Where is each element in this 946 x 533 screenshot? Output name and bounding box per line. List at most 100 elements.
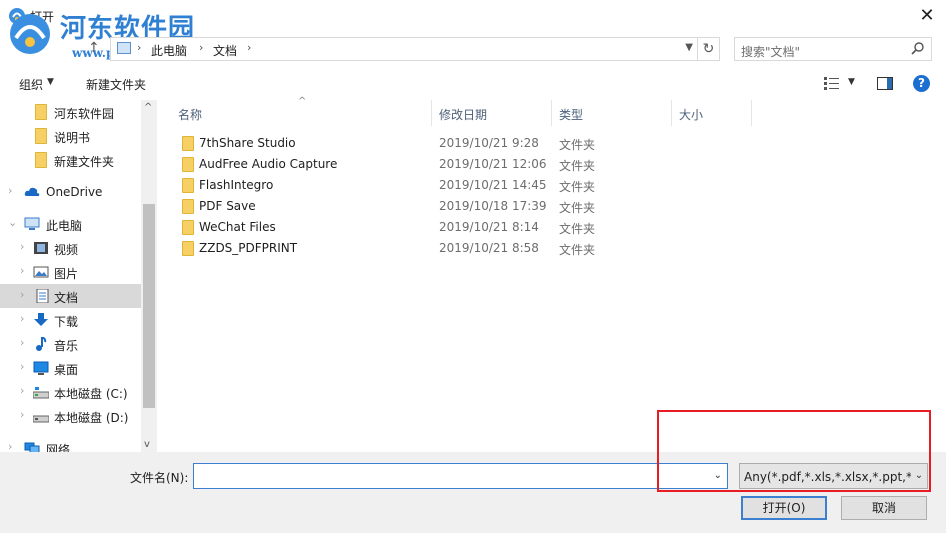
file-date: 2019/10/21 8:58 <box>439 241 539 255</box>
refresh-button[interactable]: ↻ <box>698 37 720 61</box>
search-input[interactable]: 搜索"文档" <box>734 37 932 61</box>
table-row[interactable]: FlashIntegro 2019/10/21 14:45 文件夹 <box>158 175 758 196</box>
nav-item-manual[interactable]: 说明书 <box>0 124 141 148</box>
nav-item-onedrive[interactable]: › OneDrive <box>0 180 141 204</box>
chevron-down-icon[interactable]: ▼ <box>848 77 855 87</box>
folder-icon <box>182 136 194 151</box>
column-header-size[interactable]: 大小 <box>672 100 752 126</box>
filename-label: 文件名(N): <box>130 471 189 485</box>
file-type: 文件夹 <box>559 180 596 194</box>
cancel-button[interactable]: 取消 <box>841 496 927 520</box>
nav-item-videos[interactable]: › 视频 <box>0 236 141 260</box>
nav-item-hedong[interactable]: 河东软件园 <box>0 100 141 124</box>
chevron-right-icon[interactable]: › <box>8 440 12 452</box>
scrollbar-thumb[interactable] <box>143 204 155 408</box>
nav-item-label: 新建文件夹 <box>54 155 115 169</box>
table-row[interactable]: ZZDS_PDFPRINT 2019/10/21 8:58 文件夹 <box>158 238 758 259</box>
file-date: 2019/10/21 12:06 <box>439 157 547 171</box>
nav-item-label: 此电脑 <box>46 219 83 233</box>
chevron-right-icon[interactable]: › <box>20 360 24 373</box>
chevron-right-icon[interactable]: › <box>20 264 24 277</box>
file-name: 7thShare Studio <box>199 136 296 150</box>
cloud-icon <box>24 187 40 196</box>
documents-icon <box>36 289 49 303</box>
breadcrumb-this-pc[interactable]: 此电脑 <box>151 42 187 59</box>
column-header-name[interactable]: ^ 名称 <box>158 96 432 126</box>
help-icon[interactable]: ? <box>913 75 930 92</box>
chevron-down-icon[interactable]: ▼ <box>685 42 693 53</box>
app-icon <box>9 8 25 24</box>
chevron-right-icon[interactable]: › <box>20 408 24 421</box>
file-date: 2019/10/21 8:14 <box>439 220 539 234</box>
nav-item-documents[interactable]: › 文档 <box>0 284 141 308</box>
chevron-down-icon[interactable]: ▼ <box>47 77 54 87</box>
nav-item-new-folder[interactable]: 新建文件夹 <box>0 148 141 172</box>
folder-icon <box>35 152 47 168</box>
file-list[interactable]: ^ 名称 修改日期 类型 大小 7thShare Studio 2019/10/… <box>158 96 946 452</box>
chevron-right-icon[interactable]: › <box>20 288 24 301</box>
table-row[interactable]: 7thShare Studio 2019/10/21 9:28 文件夹 <box>158 133 758 154</box>
nav-item-drive-c[interactable]: › 本地磁盘 (C:) <box>0 380 141 404</box>
organize-button[interactable]: 组织 <box>19 76 43 93</box>
nav-item-downloads[interactable]: › 下载 <box>0 308 141 332</box>
nav-item-drive-d[interactable]: › 本地磁盘 (D:) <box>0 404 141 428</box>
file-type-value: Any(*.pdf,*.xls,*.xlsx,*.ppt,*.pp <box>744 470 928 484</box>
download-icon <box>34 313 48 326</box>
file-type: 文件夹 <box>559 138 596 152</box>
nav-item-label: 图片 <box>54 267 79 281</box>
open-button[interactable]: 打开(O) <box>741 496 827 520</box>
nav-item-label: 说明书 <box>54 131 91 145</box>
nav-scrollbar[interactable]: ^ v <box>141 100 157 452</box>
folder-icon <box>182 199 194 214</box>
search-placeholder: 搜索"文档" <box>741 45 801 59</box>
folder-icon <box>35 104 47 120</box>
nav-item-label: 本地磁盘 (C:) <box>54 387 128 401</box>
up-arrow-icon[interactable]: ↑ <box>88 40 100 56</box>
view-options-icon[interactable] <box>824 76 840 90</box>
column-header-type[interactable]: 类型 <box>552 100 672 126</box>
file-type-select[interactable]: Any(*.pdf,*.xls,*.xlsx,*.ppt,*.pp ⌄ <box>739 463 928 489</box>
nav-item-label: 下载 <box>54 315 79 329</box>
preview-pane-icon[interactable] <box>877 77 893 90</box>
column-label: 大小 <box>679 108 704 122</box>
refresh-icon: ↻ <box>702 41 715 57</box>
table-row[interactable]: PDF Save 2019/10/18 17:39 文件夹 <box>158 196 758 217</box>
table-row[interactable]: WeChat Files 2019/10/21 8:14 文件夹 <box>158 217 758 238</box>
close-button[interactable]: ✕ <box>916 6 938 26</box>
nav-item-network[interactable]: › 网络 <box>0 436 141 452</box>
filename-field[interactable]: ⌄ <box>193 463 728 489</box>
chevron-up-icon[interactable]: ^ <box>144 102 152 113</box>
chevron-down-icon[interactable]: v <box>144 439 150 450</box>
column-label: 名称 <box>178 108 203 122</box>
chevron-right-icon[interactable]: › <box>20 240 24 253</box>
nav-item-pictures[interactable]: › 图片 <box>0 260 141 284</box>
title-bar: 打开 ✕ <box>0 0 946 32</box>
new-folder-button[interactable]: 新建文件夹 <box>86 76 146 93</box>
nav-item-label: 文档 <box>54 291 79 305</box>
navigation-pane[interactable]: 河东软件园 说明书 新建文件夹 › OneDrive ⌄ 此电脑 › 视频 › <box>0 100 156 452</box>
chevron-down-icon[interactable]: ⌄ <box>8 216 17 229</box>
table-row[interactable]: AudFree Audio Capture 2019/10/21 12:06 文… <box>158 154 758 175</box>
folder-icon <box>182 178 194 193</box>
file-name: FlashIntegro <box>199 178 274 192</box>
nav-item-music[interactable]: › 音乐 <box>0 332 141 356</box>
network-icon <box>24 442 40 452</box>
chevron-right-icon[interactable]: › <box>20 312 24 325</box>
nav-item-label: 网络 <box>46 443 71 452</box>
nav-item-desktop[interactable]: › 桌面 <box>0 356 141 380</box>
column-header-date[interactable]: 修改日期 <box>432 100 552 126</box>
address-bar[interactable]: › 此电脑 › 文档 › ▼ <box>110 37 698 61</box>
address-row: ↑ › 此电脑 › 文档 › ▼ ↻ 搜索"文档" <box>0 34 946 64</box>
window-title: 打开 <box>30 10 55 24</box>
file-type: 文件夹 <box>559 201 596 215</box>
chevron-right-icon[interactable]: › <box>20 336 24 349</box>
file-name: ZZDS_PDFPRINT <box>199 241 298 255</box>
chevron-right-icon[interactable]: › <box>8 184 12 197</box>
chevron-down-icon[interactable]: ⌄ <box>714 470 722 481</box>
pictures-icon <box>33 266 49 278</box>
breadcrumb-documents[interactable]: 文档 <box>213 42 237 59</box>
breadcrumb-separator: › <box>199 41 204 54</box>
nav-item-this-pc[interactable]: ⌄ 此电脑 <box>0 212 141 236</box>
chevron-right-icon[interactable]: › <box>20 384 24 397</box>
chevron-down-icon[interactable]: ⌄ <box>911 464 927 488</box>
